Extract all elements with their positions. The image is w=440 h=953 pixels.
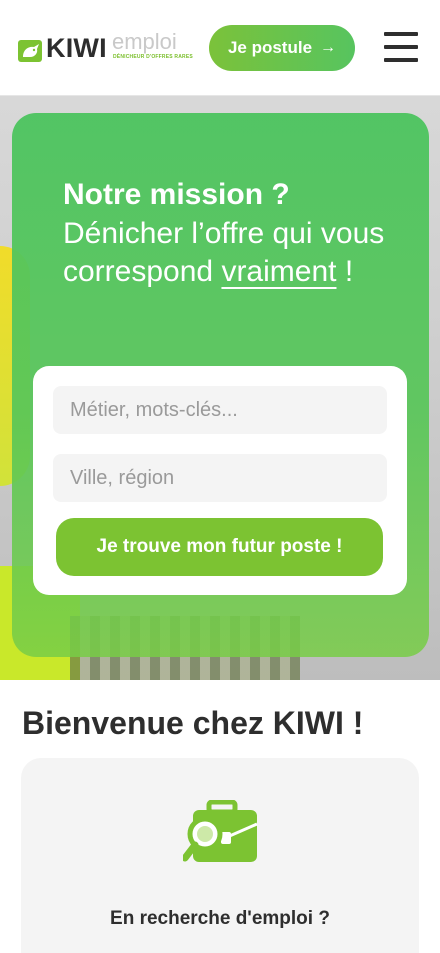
menu-bar (384, 32, 418, 36)
logo-emploi-text: emploi (112, 29, 177, 54)
logo-kiwi-text: KIWI (46, 33, 107, 63)
mission-text-end: ! (336, 255, 354, 288)
apply-button[interactable]: Je postule → (209, 25, 355, 71)
search-submit-label: Je trouve mon futur poste ! (96, 536, 343, 557)
location-placeholder: Ville, région (70, 466, 175, 489)
menu-bar (384, 45, 418, 49)
job-seeker-card-label: En recherche d'emploi ? (110, 908, 330, 929)
mission-text: Dénicher l’offre qui vous correspond vra… (63, 215, 403, 291)
logo-tagline: DÉNICHEUR D'OFFRES RARES (113, 54, 193, 60)
job-search-form: Métier, mots-clés... Ville, région Je tr… (33, 366, 407, 595)
location-input[interactable]: Ville, région (53, 454, 387, 502)
job-keywords-placeholder: Métier, mots-clés... (70, 398, 238, 421)
search-submit-button[interactable]: Je trouve mon futur poste ! (56, 518, 383, 576)
mission-title: Notre mission ? (63, 178, 290, 211)
mission-text-emphasis: vraiment (221, 255, 337, 288)
kiwi-emploi-logo[interactable]: KIWI emploi DÉNICHEUR D'OFFRES RARES (18, 29, 193, 68)
hamburger-menu-icon[interactable] (384, 32, 418, 62)
briefcase-search-icon (183, 800, 258, 862)
welcome-heading: Bienvenue chez KIWI ! (22, 705, 364, 741)
site-header: KIWI emploi DÉNICHEUR D'OFFRES RARES Je … (0, 0, 440, 96)
arrow-right-icon: → (320, 39, 337, 56)
kiwi-bird-icon (18, 40, 42, 62)
job-keywords-input[interactable]: Métier, mots-clés... (53, 386, 387, 434)
menu-bar (384, 58, 418, 62)
apply-button-label: Je postule (227, 38, 313, 57)
